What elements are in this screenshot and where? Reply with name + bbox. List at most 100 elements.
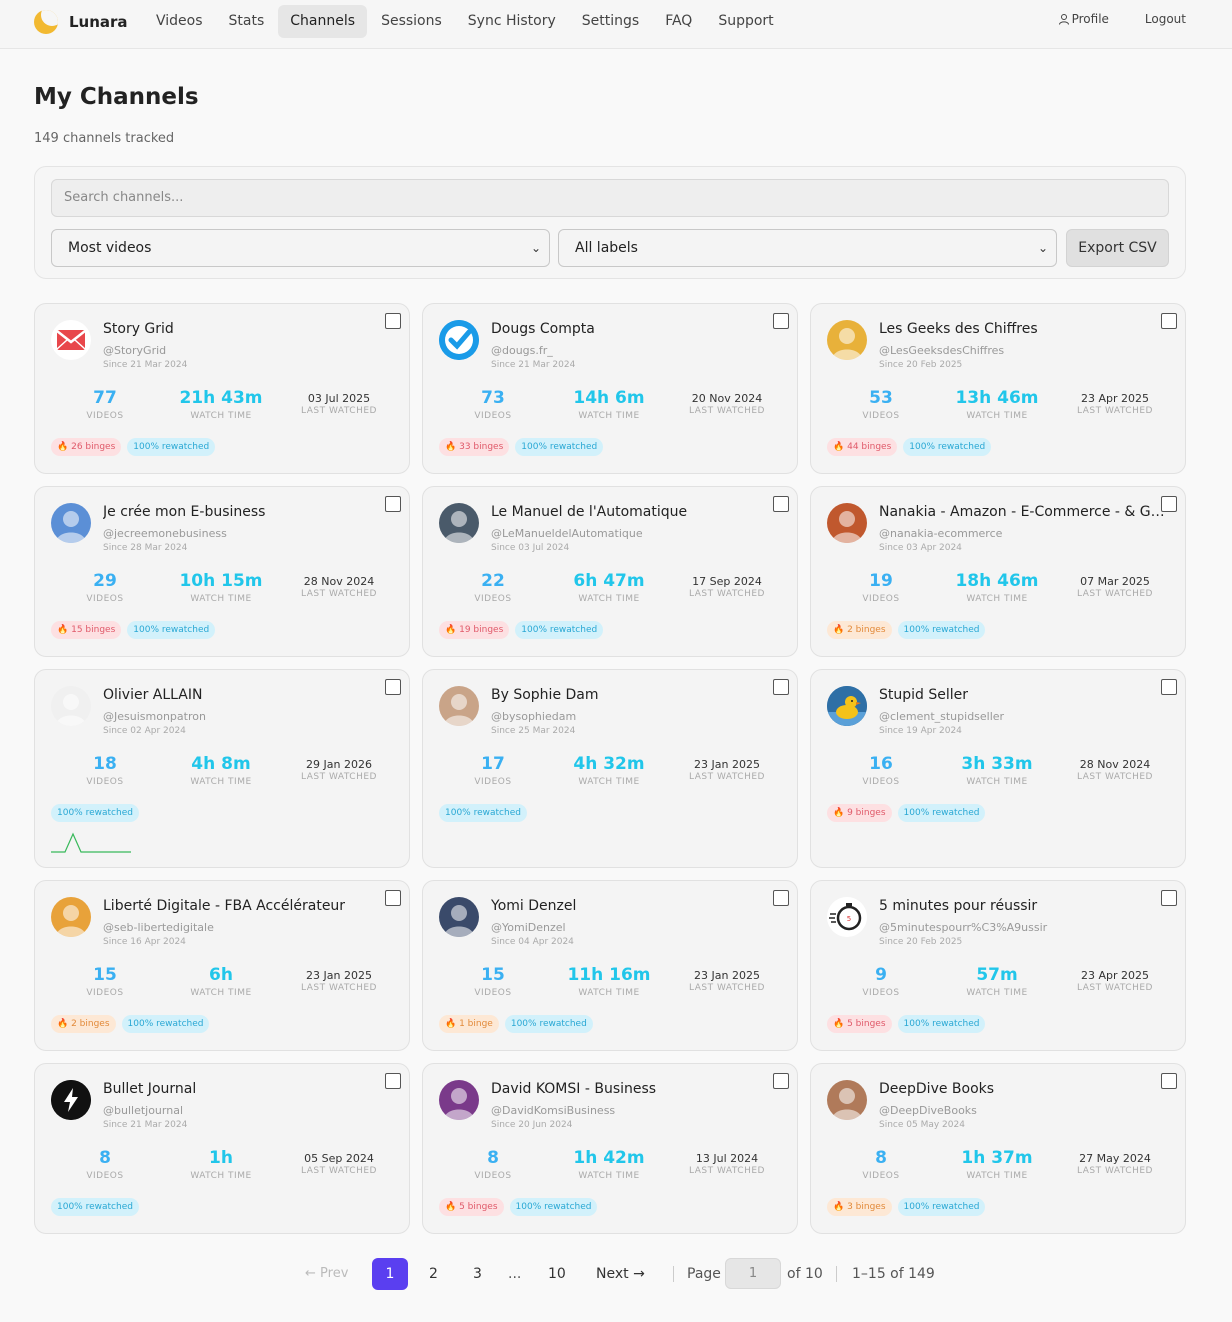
channel-card[interactable]: Yomi Denzel @YomiDenzel Since 04 Apr 2024 1… (422, 880, 798, 1051)
logout-link[interactable]: Logout (1145, 12, 1186, 26)
videos-stat: 9 VIDEOS (851, 965, 911, 998)
channel-name[interactable]: Olivier ALLAIN (103, 687, 389, 703)
channel-card[interactable]: Je crée mon E-business @jecreemonebusines… (34, 486, 410, 657)
select-checkbox[interactable] (773, 313, 789, 329)
select-checkbox[interactable] (773, 890, 789, 906)
last-watched-date: 23 Jan 2025 (694, 969, 760, 982)
export-csv-button[interactable]: Export CSV (1066, 229, 1169, 267)
channel-card[interactable]: Story Grid @StoryGrid Since 21 Mar 2024 77 V… (34, 303, 410, 474)
select-checkbox[interactable] (385, 679, 401, 695)
select-checkbox[interactable] (1161, 313, 1177, 329)
videos-count: 8 (487, 1148, 499, 1168)
watch-time-label: WATCH TIME (966, 594, 1028, 604)
profile-link[interactable]: Profile (1058, 12, 1109, 26)
person-icon (827, 1080, 867, 1120)
fire-icon: 🔥 (57, 1019, 69, 1029)
channel-card[interactable]: Dougs Compta @dougs.fr_ Since 21 Mar 2024 7… (422, 303, 798, 474)
channel-name[interactable]: Yomi Denzel (491, 898, 777, 914)
nav-sessions[interactable]: Sessions (369, 5, 454, 38)
select-checkbox[interactable] (773, 1073, 789, 1089)
pagination-divider (673, 1266, 674, 1282)
channel-card[interactable]: Les Geeks des Chiffres @LesGeeksdesChiffr… (810, 303, 1186, 474)
channel-name[interactable]: Je crée mon E-business (103, 504, 389, 520)
badges: 🔥 19 binges 100% rewatched (439, 621, 609, 639)
last-watched-stat: 27 May 2024 LAST WATCHED (1069, 1148, 1161, 1176)
channel-name[interactable]: Le Manuel de l'Automatique (491, 504, 777, 520)
prev-page-button[interactable]: ← Prev (305, 1258, 348, 1290)
fire-icon: 🔥 (833, 1019, 845, 1029)
badges: 🔥 44 binges 100% rewatched (827, 438, 997, 456)
channel-name[interactable]: David KOMSI - Business (491, 1081, 777, 1097)
channel-card[interactable]: David KOMSI - Business @DavidKomsiBusines… (422, 1063, 798, 1234)
channel-name[interactable]: Nanakia - Amazon - E-Commerce - & Growth… (879, 504, 1165, 520)
select-checkbox[interactable] (385, 496, 401, 512)
nav-stats[interactable]: Stats (217, 5, 277, 38)
videos-count: 19 (869, 571, 893, 591)
channel-card[interactable]: DeepDive Books @DeepDiveBooks Since 05 May… (810, 1063, 1186, 1234)
channel-name[interactable]: Bullet Journal (103, 1081, 389, 1097)
sort-select[interactable]: Most videos ⌄ (51, 229, 550, 267)
nav-sync-history[interactable]: Sync History (456, 5, 568, 38)
select-checkbox[interactable] (385, 1073, 401, 1089)
videos-stat: 77 VIDEOS (75, 388, 135, 421)
select-checkbox[interactable] (773, 679, 789, 695)
videos-label: VIDEOS (474, 777, 512, 787)
last-watched-stat: 29 Jan 2026 LAST WATCHED (293, 754, 385, 782)
avatar (827, 503, 867, 543)
channel-card[interactable]: Liberté Digitale - FBA Accélérateur @seb-… (34, 880, 410, 1051)
nav-videos[interactable]: Videos (144, 5, 215, 38)
last-watched-stat: 28 Nov 2024 LAST WATCHED (1069, 754, 1161, 782)
select-checkbox[interactable] (1161, 1073, 1177, 1089)
avatar (827, 1080, 867, 1120)
channel-name[interactable]: Dougs Compta (491, 321, 777, 337)
page-button-2[interactable]: 2 (429, 1258, 438, 1290)
brand[interactable]: Lunara (34, 10, 128, 34)
select-checkbox[interactable] (385, 890, 401, 906)
page-button-3[interactable]: 3 (473, 1258, 482, 1290)
watch-time-value: 1h 37m (961, 1148, 1033, 1168)
last-watched-label: LAST WATCHED (1077, 983, 1153, 993)
select-checkbox[interactable] (1161, 679, 1177, 695)
rewatch-badge: 100% rewatched (897, 621, 986, 639)
person-icon (51, 897, 91, 937)
select-checkbox[interactable] (1161, 496, 1177, 512)
channel-name[interactable]: By Sophie Dam (491, 687, 777, 703)
channel-card[interactable]: Stupid Seller @clement_stupidseller Since … (810, 669, 1186, 868)
next-page-button[interactable]: Next → (596, 1258, 645, 1290)
channel-card[interactable]: 5 5 minutes pour réussir @5minutespourr%C3… (810, 880, 1186, 1051)
channel-handle: @clement_stupidseller (879, 710, 1005, 723)
nav-channels[interactable]: Channels (278, 5, 368, 38)
avatar (51, 1080, 91, 1120)
nav-settings[interactable]: Settings (570, 5, 651, 38)
last-watched-stat: 07 Mar 2025 LAST WATCHED (1069, 571, 1161, 599)
select-checkbox[interactable] (385, 313, 401, 329)
page-button-1[interactable]: 1 (372, 1258, 408, 1290)
nav-support[interactable]: Support (706, 5, 785, 38)
nav-faq[interactable]: FAQ (653, 5, 704, 38)
page-button-10[interactable]: 10 (548, 1258, 566, 1290)
rewatch-badge: 100% rewatched (897, 1198, 986, 1216)
binge-badge: 🔥 26 binges (51, 438, 122, 456)
channel-name[interactable]: Les Geeks des Chiffres (879, 321, 1165, 337)
channel-name[interactable]: DeepDive Books (879, 1081, 1165, 1097)
channel-name[interactable]: Story Grid (103, 321, 389, 337)
channel-handle: @LesGeeksdesChiffres (879, 344, 1005, 357)
channel-card[interactable]: Olivier ALLAIN @Jesuismonpatron Since 02 A… (34, 669, 410, 868)
channel-card[interactable]: Nanakia - Amazon - E-Commerce - & Growth… (810, 486, 1186, 657)
channel-name[interactable]: Liberté Digitale - FBA Accélérateur (103, 898, 389, 914)
search-input[interactable]: Search channels... (51, 179, 1169, 217)
videos-stat: 17 VIDEOS (463, 754, 523, 787)
channel-name[interactable]: Stupid Seller (879, 687, 1165, 703)
watch-time-label: WATCH TIME (578, 594, 640, 604)
channel-card[interactable]: By Sophie Dam @bysophiedam Since 25 Mar 20… (422, 669, 798, 868)
avatar (51, 320, 91, 360)
channel-card[interactable]: Bullet Journal @bulletjournal Since 21 Mar… (34, 1063, 410, 1234)
page-number-input[interactable]: 1 (725, 1258, 781, 1289)
person-icon (827, 320, 867, 360)
select-checkbox[interactable] (1161, 890, 1177, 906)
labels-select[interactable]: All labels ⌄ (558, 229, 1057, 267)
channel-card[interactable]: Le Manuel de l'Automatique @LeManueldelAu… (422, 486, 798, 657)
videos-stat: 22 VIDEOS (463, 571, 523, 604)
channel-name[interactable]: 5 minutes pour réussir (879, 898, 1165, 914)
select-checkbox[interactable] (773, 496, 789, 512)
